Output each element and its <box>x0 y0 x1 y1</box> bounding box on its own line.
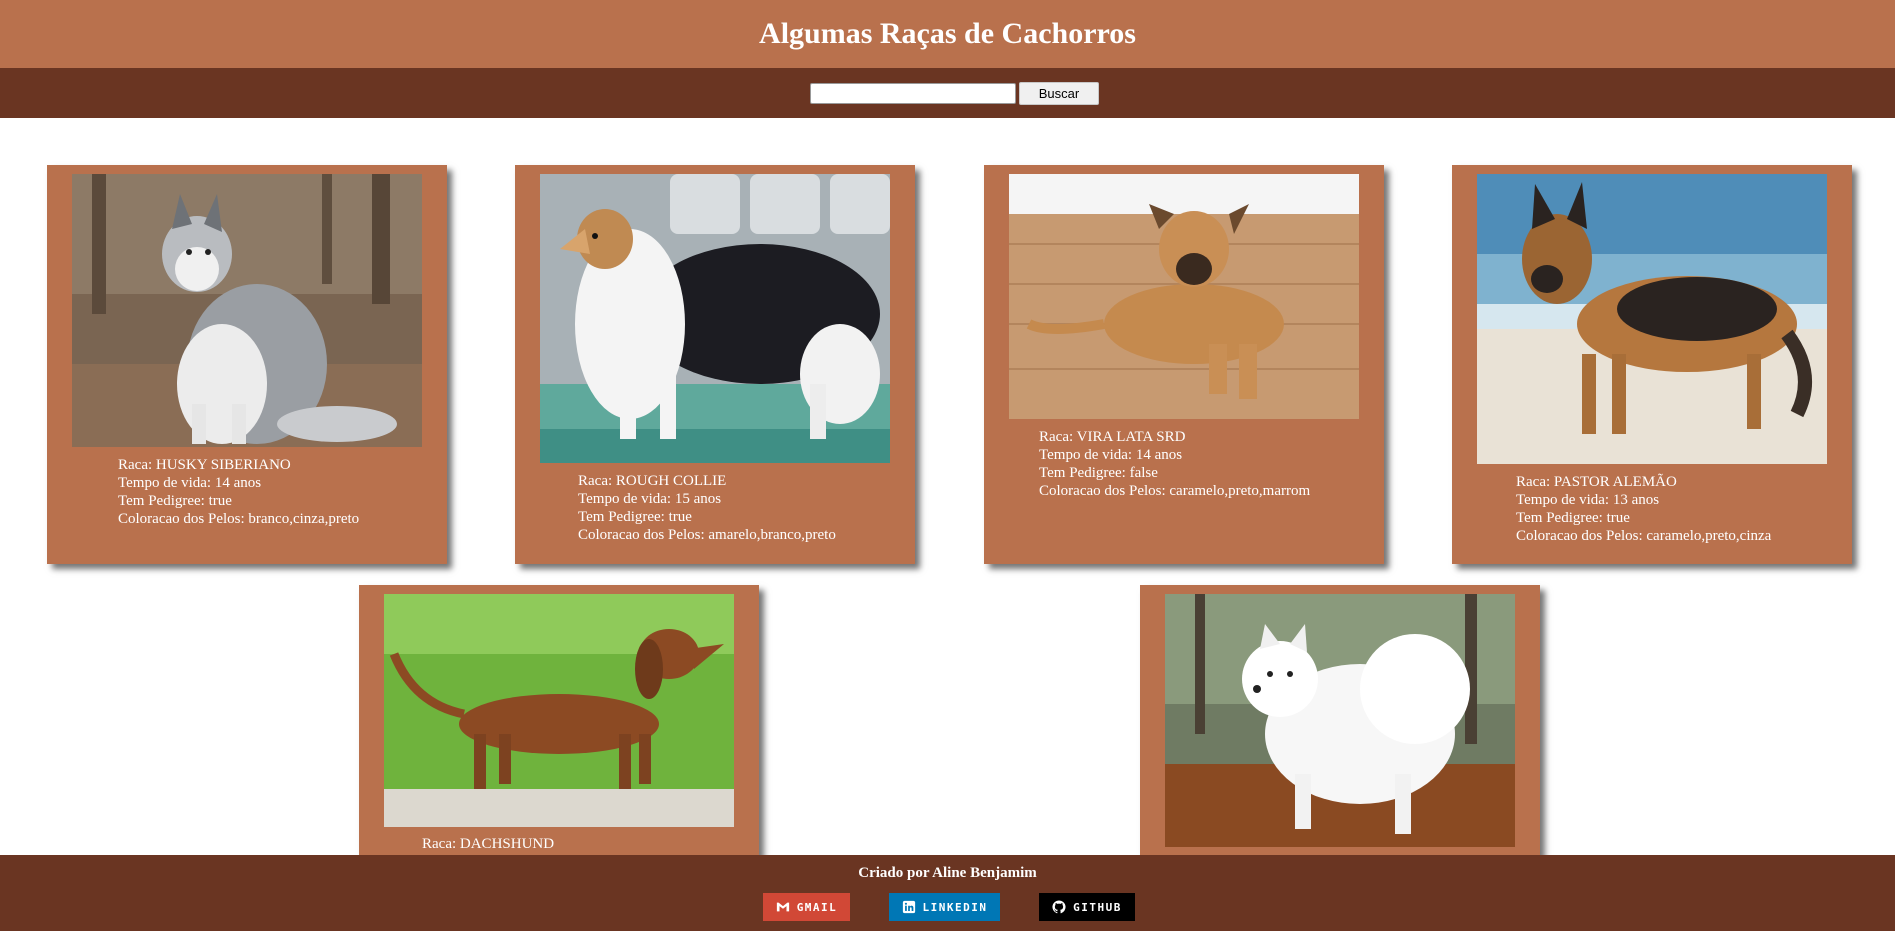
dog-info: Raca: PASTOR ALEMÃO Tempo de vida: 13 an… <box>1516 473 1771 545</box>
github-icon <box>1052 900 1066 914</box>
dog-photo-husky <box>72 174 422 447</box>
linkedin-icon <box>902 900 915 914</box>
dog-pedigree: Tem Pedigree: true <box>578 509 692 525</box>
dog-breed: Raca: PASTOR ALEMÃO <box>1516 474 1677 490</box>
dog-lifespan: Tempo de vida: 15 anos <box>578 491 722 507</box>
search-bar: Buscar <box>0 68 1895 118</box>
footer-credit: Criado por Aline Benjamim <box>858 865 1037 881</box>
dog-info: Raca: ROUGH COLLIE Tempo de vida: 15 ano… <box>578 472 836 544</box>
dog-lifespan: Tempo de vida: 13 anos <box>1516 492 1660 508</box>
dog-photo-dachshund <box>384 594 734 827</box>
dog-pedigree: Tem Pedigree: true <box>1516 510 1630 526</box>
dog-coat-colors: Coloracao dos Pelos: branco,cinza,preto <box>118 511 360 527</box>
dog-card: Raca: VIRA LATA SRD Tempo de vida: 14 an… <box>984 165 1384 564</box>
dog-photo-white-spitz <box>1165 594 1515 847</box>
dog-card: Raca: DACHSHUND <box>359 585 759 875</box>
gmail-icon <box>776 902 789 912</box>
linkedin-link[interactable]: LINKEDIN <box>889 893 1000 921</box>
page-footer: Criado por Aline Benjamim GMAIL LINKEDIN… <box>0 855 1895 931</box>
dog-photo-vira-lata <box>1009 174 1359 419</box>
dog-info: Raca: VIRA LATA SRD Tempo de vida: 14 an… <box>1039 428 1310 500</box>
page-title: Algumas Raças de Cachorros <box>759 17 1136 50</box>
dog-pedigree: Tem Pedigree: false <box>1039 465 1158 481</box>
dog-photo-pastor-alemao <box>1477 174 1827 464</box>
dog-lifespan: Tempo de vida: 14 anos <box>118 475 262 491</box>
gmail-label: GMAIL <box>796 900 838 914</box>
dog-coat-colors: Coloracao dos Pelos: amarelo,branco,pret… <box>578 527 836 543</box>
page-header: Algumas Raças de Cachorros <box>0 0 1895 68</box>
gmail-link[interactable]: GMAIL <box>763 893 850 921</box>
dog-coat-colors: Coloracao dos Pelos: caramelo,preto,marr… <box>1039 483 1311 499</box>
dog-card: Raca: HUSKY SIBERIANO Tempo de vida: 14 … <box>47 165 447 564</box>
dog-card: Raca: ROUGH COLLIE Tempo de vida: 15 ano… <box>515 165 915 564</box>
dog-pedigree: Tem Pedigree: true <box>118 493 232 509</box>
dog-card <box>1140 585 1540 875</box>
dog-lifespan: Tempo de vida: 14 anos <box>1039 447 1183 463</box>
dog-coat-colors: Coloracao dos Pelos: caramelo,preto,cinz… <box>1516 528 1772 544</box>
dog-breed: Raca: ROUGH COLLIE <box>578 473 727 489</box>
dog-info: Raca: HUSKY SIBERIANO Tempo de vida: 14 … <box>118 456 359 528</box>
dog-info: Raca: DACHSHUND <box>422 835 554 853</box>
dog-breed: Raca: DACHSHUND <box>422 836 555 852</box>
linkedin-label: LINKEDIN <box>922 900 988 914</box>
dog-breed: Raca: HUSKY SIBERIANO <box>118 457 291 473</box>
dog-photo-collie <box>540 174 890 463</box>
search-input[interactable] <box>810 83 1016 104</box>
search-button[interactable]: Buscar <box>1019 82 1099 105</box>
github-label: GITHUB <box>1073 900 1122 914</box>
dog-card: Raca: PASTOR ALEMÃO Tempo de vida: 13 an… <box>1452 165 1852 564</box>
dog-breed: Raca: VIRA LATA SRD <box>1039 429 1186 445</box>
github-link[interactable]: GITHUB <box>1039 893 1135 921</box>
